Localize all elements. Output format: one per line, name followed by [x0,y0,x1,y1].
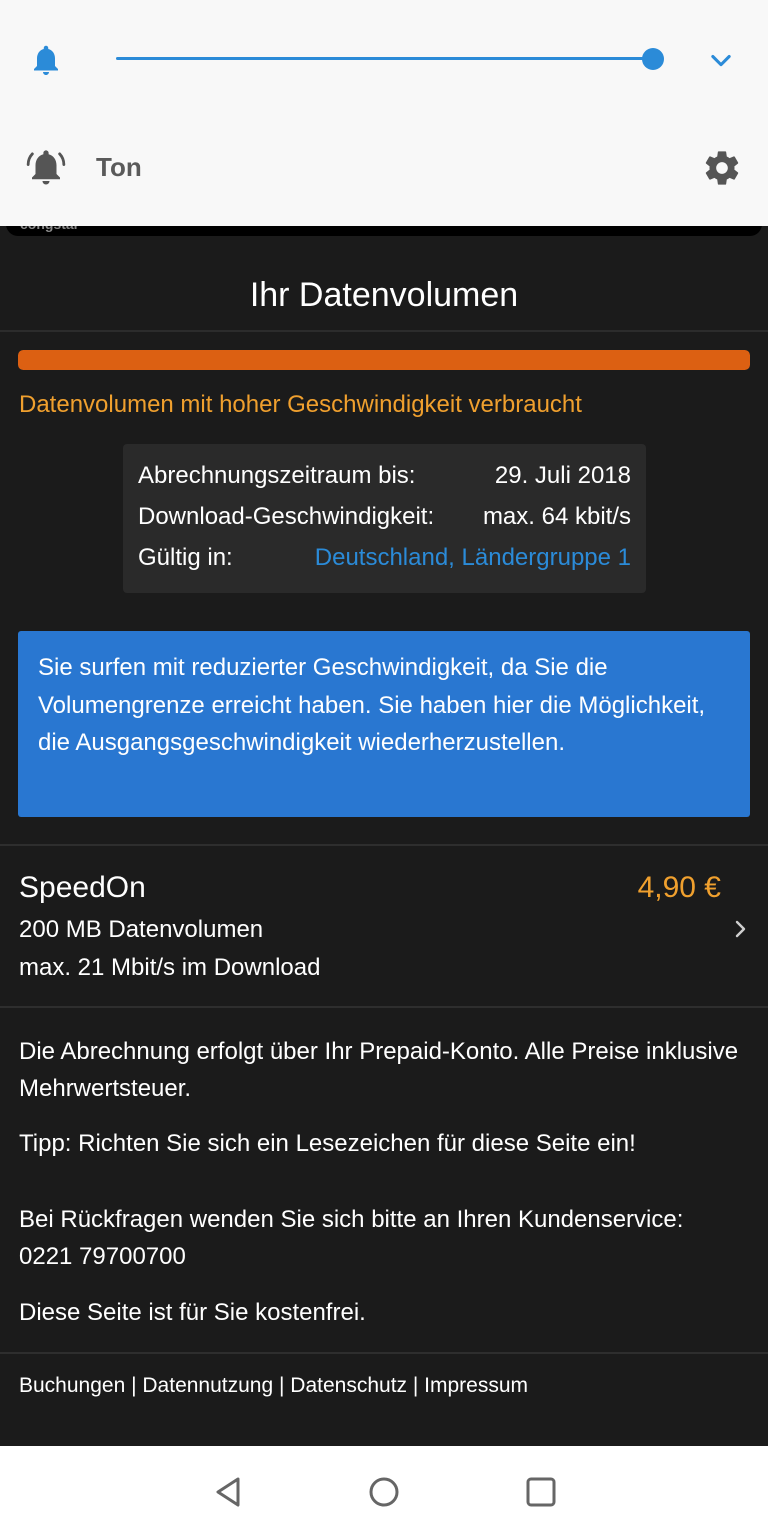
bookmark-tip: Tipp: Richten Sie sich ein Lesezeichen f… [19,1130,636,1157]
page-title: Ihr Datenvolumen [249,276,519,314]
home-icon[interactable] [366,1474,402,1510]
reduced-speed-notice: Sie surfen mit reduzierter Geschwindigke… [18,631,750,817]
offer-name: SpeedOn [19,871,146,904]
period-value: 29. Juli 2018 [494,462,631,489]
footer-link-bookings[interactable]: Buchungen [19,1374,125,1398]
validity-link[interactable]: Deutschland, Ländergruppe 1 [315,544,631,572]
info-row-speed: Download-Geschwindigkeit: max. 64 kbit/s [138,503,631,535]
offer-speed: max. 21 Mbit/s im Download [19,954,321,981]
offer-price: 4,90 € [637,871,721,904]
usage-status-text: Datenvolumen mit hoher Geschwindigkeit v… [19,391,582,418]
volume-slider-track [116,57,653,60]
footer-separator: | [125,1374,143,1397]
free-note: Diese Seite ist für Sie kostenfrei. [19,1299,366,1326]
footer-link-privacy[interactable]: Datenschutz [290,1374,407,1398]
volume-slider[interactable] [116,48,664,70]
divider [0,1352,768,1354]
usage-progress-fill [18,350,750,370]
speed-value: max. 64 kbit/s [482,503,631,530]
ringer-label: Ton [96,152,142,182]
info-row-validity: Gültig in: Deutschland, Ländergruppe 1 [138,544,631,576]
period-label: Abrechnungszeitraum bis: [138,462,416,489]
ringer-icon[interactable] [24,146,68,188]
footer-separator: | [407,1374,425,1397]
info-row-period: Abrechnungszeitraum bis: 29. Juli 2018 [138,462,631,494]
footer-link-data-usage[interactable]: Datennutzung [142,1374,273,1398]
info-box: Abrechnungszeitraum bis: 29. Juli 2018 D… [123,444,646,593]
speed-label: Download-Geschwindigkeit: [138,503,435,530]
billing-note: Die Abrechnung erfolgt über Ihr Prepaid-… [19,1038,739,1102]
footer-separator: | [273,1374,291,1397]
chevron-right-icon [735,920,746,938]
gear-icon[interactable] [702,148,742,188]
volume-panel: Ton [0,0,768,226]
bell-icon[interactable] [28,40,64,80]
speedon-offer[interactable]: SpeedOn 4,90 € 200 MB Datenvolumen max. … [0,846,768,1006]
footer-links: Buchungen | Datennutzung | Datenschutz |… [19,1374,528,1398]
contact-note: Bei Rückfragen wenden Sie sich bitte an … [19,1206,684,1270]
offer-volume: 200 MB Datenvolumen [19,916,264,943]
footer-link-imprint[interactable]: Impressum [424,1374,528,1398]
divider [0,1006,768,1008]
page-header: Ihr Datenvolumen [0,226,768,332]
recents-icon[interactable] [523,1474,559,1510]
back-icon[interactable] [210,1474,246,1510]
usage-progress-bar [18,350,750,370]
system-navigation-bar [0,1446,768,1536]
chevron-down-icon[interactable] [706,46,736,74]
volume-slider-thumb[interactable] [642,48,664,70]
validity-label: Gültig in: [138,544,233,571]
